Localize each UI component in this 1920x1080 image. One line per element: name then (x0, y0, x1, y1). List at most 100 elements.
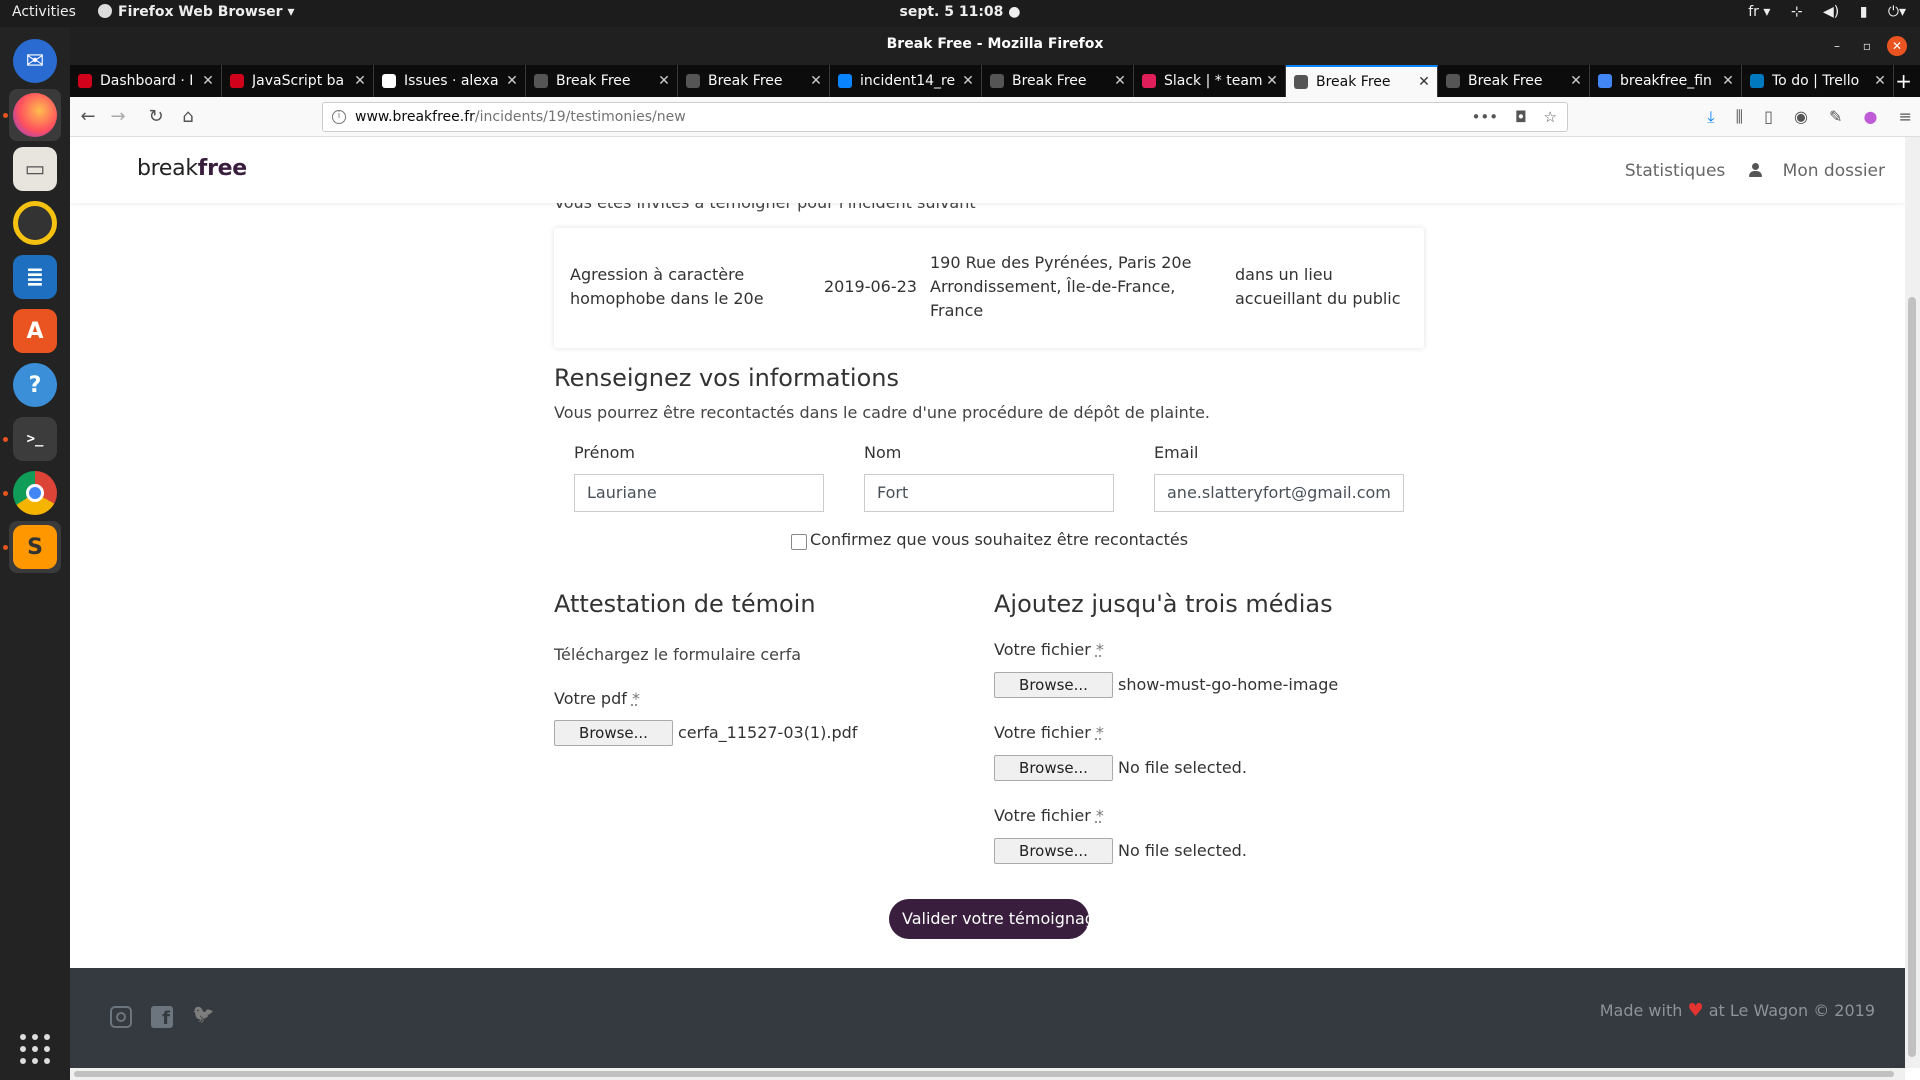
close-tab-icon[interactable]: ✕ (1111, 73, 1129, 89)
help-launcher[interactable]: ? (9, 359, 61, 411)
extension-icon[interactable]: ● (1864, 107, 1878, 126)
browser-tab[interactable]: Break Free ✕ (1286, 65, 1438, 97)
sidebar-icon[interactable]: ▯ (1764, 107, 1773, 126)
tab-label: breakfree_fin (1620, 73, 1712, 89)
terminal-launcher[interactable]: >_ (3, 413, 61, 465)
tab-favicon-icon (686, 74, 700, 88)
close-tab-icon[interactable]: ✕ (1567, 73, 1585, 89)
firefox-launcher[interactable] (3, 89, 61, 141)
writer-launcher[interactable]: ≣ (9, 251, 61, 303)
twitter-icon[interactable] (192, 1006, 214, 1028)
close-tab-icon[interactable]: ✕ (1263, 73, 1281, 89)
back-button[interactable]: ← (76, 105, 100, 129)
close-tab-icon[interactable]: ✕ (1871, 73, 1889, 89)
tab-favicon-icon (1294, 75, 1308, 89)
browser-tab[interactable]: incident14_re ✕ (830, 65, 982, 97)
account-icon[interactable]: ◉ (1794, 107, 1808, 126)
browser-tab[interactable]: JavaScript ba ✕ (222, 65, 374, 97)
new-tab-button[interactable]: + (1895, 69, 1912, 93)
vertical-scrollbar[interactable] (1905, 137, 1920, 1068)
files-launcher[interactable]: ▭ (9, 143, 61, 195)
language-indicator[interactable]: fr ▾ (1748, 4, 1770, 20)
bookmark-star-icon[interactable]: ☆ (1544, 108, 1557, 126)
le-wagon-text[interactable]: at Le Wagon © 2019 (1709, 1001, 1875, 1020)
browser-tab[interactable]: Break Free ✕ (982, 65, 1134, 97)
pocket-icon[interactable]: ◘ (1515, 108, 1527, 126)
browser-tab[interactable]: breakfree_fin ✕ (1590, 65, 1742, 97)
media-browse-button-3[interactable]: Browse... (994, 838, 1113, 864)
site-info-icon[interactable]: i (332, 110, 346, 124)
close-window-button[interactable]: ✕ (1887, 36, 1907, 56)
tab-favicon-icon (1446, 74, 1460, 88)
tab-label: JavaScript ba (252, 73, 345, 89)
instagram-icon[interactable] (110, 1006, 132, 1028)
recontact-checkbox[interactable] (791, 534, 807, 550)
thunderbird-launcher[interactable]: ✉ (9, 35, 61, 87)
browser-tab[interactable]: Break Free ✕ (678, 65, 830, 97)
thunderbird-icon: ✉ (13, 39, 57, 83)
hamburger-menu-icon[interactable]: ≡ (1899, 107, 1912, 126)
running-indicator (3, 113, 8, 118)
cerfa-download-link[interactable]: Téléchargez le formulaire cerfa (554, 645, 801, 664)
system-tray[interactable]: fr ▾ ⊹ ◀) ▮ ⏻▾ (1732, 4, 1906, 20)
firstname-input[interactable]: Lauriane (574, 474, 824, 512)
email-input[interactable]: ane.slatteryfort@gmail.com (1154, 474, 1404, 512)
pdf-browse-button[interactable]: Browse... (554, 720, 673, 746)
close-tab-icon[interactable]: ✕ (1415, 74, 1433, 90)
browser-tab[interactable]: To do | Trello ✕ (1742, 65, 1894, 97)
close-tab-icon[interactable]: ✕ (199, 73, 217, 89)
tab-favicon-icon (1142, 74, 1156, 88)
scrollbar-thumb[interactable] (74, 1071, 1894, 1077)
maximize-button[interactable]: ▫ (1857, 36, 1877, 56)
page-actions-icon[interactable]: ••• (1472, 108, 1499, 126)
browser-tab[interactable]: Break Free ✕ (1438, 65, 1590, 97)
media-browse-button-1[interactable]: Browse... (994, 672, 1113, 698)
close-tab-icon[interactable]: ✕ (959, 73, 977, 89)
url-bar[interactable]: i www.breakfree.fr/incidents/19/testimon… (322, 102, 1568, 132)
toolbar-right: ⤓ ⫼ ▯ ◉ ✎ ● ≡ (1691, 107, 1912, 127)
browser-tab[interactable]: Slack | * team ✕ (1134, 65, 1286, 97)
horizontal-scrollbar[interactable] (70, 1068, 1905, 1080)
browser-tab[interactable]: Issues · alexa ✕ (374, 65, 526, 97)
scrollbar-thumb[interactable] (1908, 297, 1916, 1057)
home-button[interactable]: ⌂ (176, 105, 200, 129)
submit-testimony-button[interactable]: Valider votre témoignage (889, 899, 1089, 939)
software-launcher[interactable]: A (9, 305, 61, 357)
volume-icon[interactable]: ◀) (1823, 4, 1839, 20)
rhythmbox-launcher[interactable] (9, 197, 61, 249)
help-icon: ? (13, 363, 57, 407)
facebook-icon[interactable] (151, 1006, 173, 1029)
close-tab-icon[interactable]: ✕ (655, 73, 673, 89)
network-icon[interactable]: ⊹ (1791, 4, 1803, 20)
show-apps-icon[interactable] (20, 1034, 50, 1064)
close-tab-icon[interactable]: ✕ (807, 73, 825, 89)
info-heading: Renseignez vos informations (554, 364, 899, 392)
forward-button[interactable]: → (106, 105, 130, 129)
eyedropper-icon[interactable]: ✎ (1829, 107, 1842, 126)
nav-mon-dossier[interactable]: Mon dossier (1748, 161, 1885, 181)
chrome-launcher[interactable] (3, 467, 61, 519)
lastname-input[interactable]: Fort (864, 474, 1114, 512)
battery-icon[interactable]: ▮ (1860, 4, 1868, 20)
clock[interactable]: sept. 5 11:08 ● (0, 4, 1920, 20)
power-icon[interactable]: ⏻▾ (1888, 4, 1906, 20)
tab-label: Break Free (708, 73, 783, 89)
browser-tab[interactable]: Dashboard · I ✕ (70, 65, 222, 97)
pdf-file-name: cerfa_11527-03(1).pdf (678, 723, 858, 742)
site-logo[interactable]: breakfree (137, 156, 247, 181)
sublime-launcher[interactable]: S (3, 521, 61, 573)
recontact-label[interactable]: Confirmez que vous souhaitez être recont… (810, 530, 1188, 549)
close-tab-icon[interactable]: ✕ (503, 73, 521, 89)
library-icon[interactable]: ⫼ (1736, 107, 1743, 126)
browser-tab[interactable]: Break Free ✕ (526, 65, 678, 97)
system-top-bar: Activities Firefox Web Browser ▾ sept. 5… (0, 0, 1920, 27)
minimize-button[interactable]: – (1827, 36, 1847, 56)
nav-statistiques[interactable]: Statistiques (1625, 161, 1725, 181)
close-tab-icon[interactable]: ✕ (351, 73, 369, 89)
downloads-icon[interactable]: ⤓ (1707, 107, 1714, 126)
media-file-label-3: Votre fichier * (994, 806, 1104, 825)
dock: ✉ ▭ ≣ A ? >_ S (0, 27, 70, 1080)
close-tab-icon[interactable]: ✕ (1719, 73, 1737, 89)
reload-button[interactable]: ↻ (144, 105, 168, 129)
media-browse-button-2[interactable]: Browse... (994, 755, 1113, 781)
